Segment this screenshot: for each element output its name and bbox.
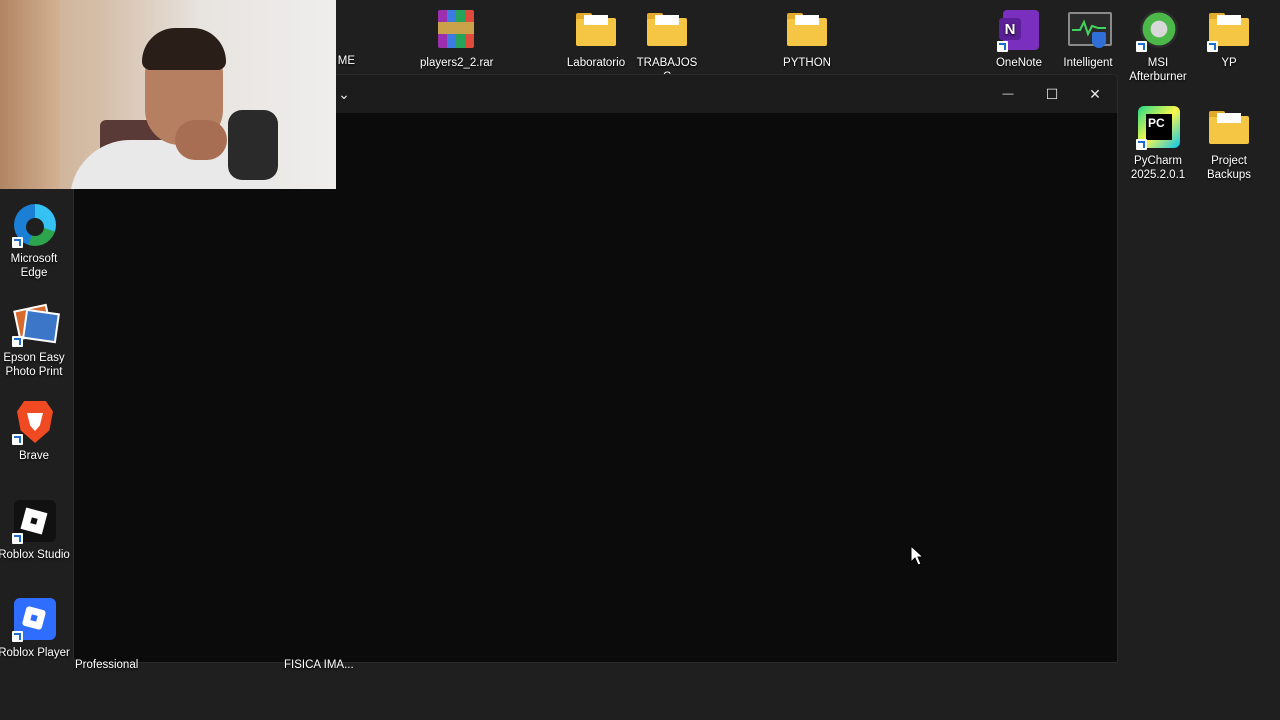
maximize-button[interactable]: ☐	[1030, 75, 1074, 113]
minimize-button[interactable]: —	[986, 75, 1030, 113]
shortcut-arrow-icon	[12, 237, 23, 248]
folder-icon	[645, 8, 689, 52]
folder-icon	[1207, 106, 1251, 150]
desktop-icon-trabajos-c[interactable]: TRABAJOS C	[631, 8, 703, 84]
desktop-icon-label: Epson Easy Photo Print	[3, 352, 65, 378]
folder-icon	[785, 8, 829, 52]
webcam-overlay	[0, 0, 336, 189]
shortcut-arrow-icon	[1136, 139, 1147, 150]
mouse-cursor-icon	[910, 545, 924, 566]
desktop-icon-label: Project Backups	[1206, 155, 1252, 181]
desktop-icon-roblox-player[interactable]: Roblox Player	[0, 598, 70, 660]
desktop-icon-label: PYTHON	[783, 57, 831, 69]
desktop-icon-brave[interactable]: Brave	[0, 401, 70, 463]
roblox-studio-icon	[12, 500, 56, 544]
desktop-icon-roblox-studio[interactable]: Roblox Studio	[0, 500, 70, 562]
folder-icon	[574, 8, 618, 52]
shortcut-arrow-icon	[1207, 41, 1218, 52]
desktop-icon-epson[interactable]: Epson Easy Photo Print	[0, 303, 70, 379]
monitor-graph-icon	[1066, 8, 1112, 52]
desktop-icon-label: OneNote	[995, 57, 1043, 69]
roblox-player-icon	[12, 598, 56, 642]
desktop-icon-yp[interactable]: YP	[1193, 8, 1265, 70]
shortcut-arrow-icon	[12, 336, 23, 347]
desktop-icon-label-professional[interactable]: Professional	[75, 659, 138, 671]
desktop-icon-label: MSI Afterburner	[1129, 57, 1187, 83]
desktop-icon-label: Brave	[18, 450, 50, 462]
winrar-archive-icon	[434, 8, 478, 52]
photo-print-icon	[12, 303, 60, 347]
shortcut-arrow-icon	[1136, 41, 1147, 52]
folder-icon	[1207, 8, 1251, 52]
onenote-icon: N	[997, 8, 1041, 52]
desktop-icon-laboratorio[interactable]: Laboratorio	[560, 8, 632, 70]
shortcut-arrow-icon	[12, 434, 23, 445]
desktop-icon-onenote[interactable]: N OneNote	[983, 8, 1055, 70]
shortcut-arrow-icon	[12, 631, 23, 642]
desktop-icon-msi-afterburner[interactable]: MSI Afterburner	[1122, 8, 1194, 84]
desktop-icon-label: Laboratorio	[566, 57, 626, 69]
desktop-icon-label: YP	[1221, 57, 1237, 69]
desktop-icon-microsoft-edge[interactable]: Microsoft Edge	[0, 204, 70, 280]
desktop-icon-project-backups[interactable]: Project Backups	[1193, 106, 1265, 182]
pycharm-icon: PC	[1136, 106, 1180, 150]
desktop-icon-players-rar[interactable]: players2_2.rar	[420, 8, 494, 70]
desktop-icon-label: PyCharm 2025.2.0.1	[1130, 155, 1186, 181]
edge-icon	[12, 204, 56, 248]
desktop-icon-label: Intelligent	[1063, 57, 1113, 69]
desktop-icon-python[interactable]: PYTHON	[771, 8, 843, 70]
close-button[interactable]: ✕	[1073, 75, 1117, 113]
desktop-icon-label: players2_2.rar	[420, 57, 494, 69]
brave-lion-icon	[12, 401, 56, 445]
desktop-icon-label: Roblox Studio	[0, 549, 70, 561]
desktop-icon-label-fisica[interactable]: FISICA IMA...	[284, 659, 354, 671]
desktop-icon-label: Microsoft Edge	[10, 253, 58, 279]
shortcut-arrow-icon	[997, 41, 1008, 52]
desktop-icon-label: Roblox Player	[0, 647, 70, 659]
desktop-icon-pycharm[interactable]: PC PyCharm 2025.2.0.1	[1122, 106, 1194, 182]
shortcut-arrow-icon	[12, 533, 23, 544]
afterburner-icon	[1136, 8, 1180, 52]
desktop-icon-intelligent[interactable]: Intelligent	[1052, 8, 1124, 70]
